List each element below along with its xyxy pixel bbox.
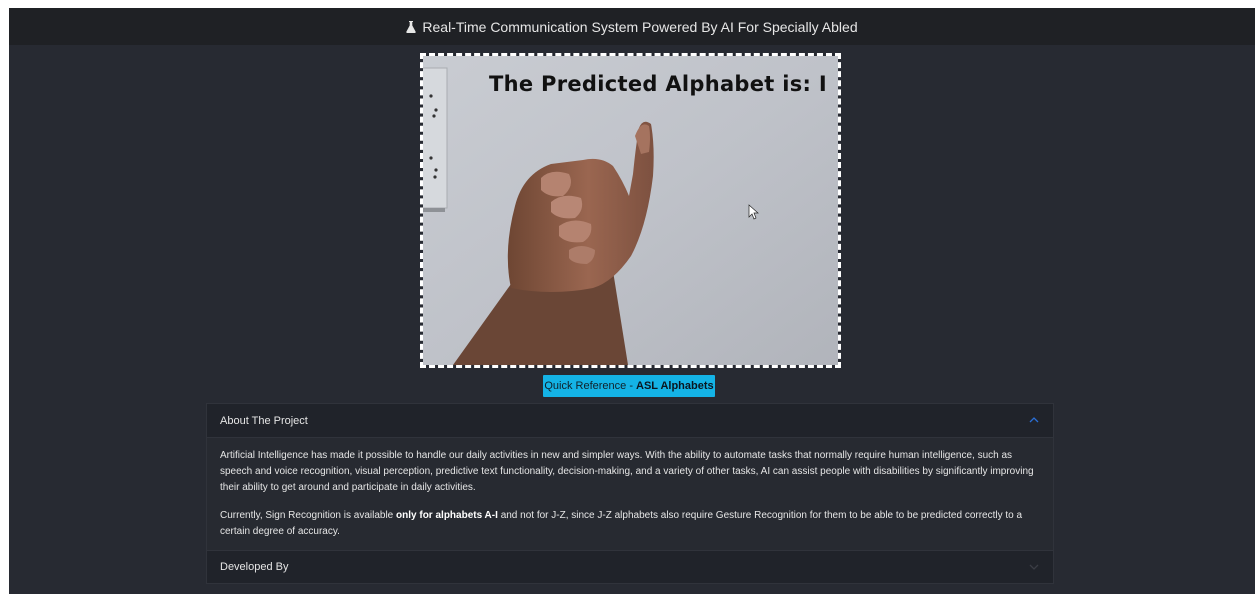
accordion-developed-title: Developed By: [220, 561, 289, 573]
accordion-about-title: About The Project: [220, 414, 308, 427]
video-feed: The Predicted Alphabet is: I: [420, 53, 841, 368]
prediction-text: The Predicted Alphabet is: I: [489, 72, 827, 96]
quick-reference-prefix: Quick Reference -: [544, 380, 634, 392]
app-frame: Real-Time Communication System Powered B…: [9, 8, 1255, 594]
chevron-up-icon: [1029, 417, 1039, 423]
flask-icon: [406, 20, 417, 33]
about-paragraph-1: Artificial Intelligence has made it poss…: [220, 450, 1034, 493]
accordion-about-body: Artificial Intelligence has made it poss…: [207, 437, 1053, 550]
chevron-down-icon: [1029, 564, 1039, 570]
camera-image: [423, 56, 838, 365]
accordion: About The Project Artificial Intelligenc…: [206, 403, 1054, 584]
about-p2-bold: only for alphabets A-I: [396, 510, 498, 521]
about-p2-before: Currently, Sign Recognition is available: [220, 510, 394, 521]
quick-reference-button[interactable]: Quick Reference - ASL Alphabets: [543, 375, 715, 397]
accordion-developed-header[interactable]: Developed By: [207, 550, 1053, 583]
quick-reference-bold: ASL Alphabets: [636, 380, 714, 392]
accordion-about-header[interactable]: About The Project: [207, 404, 1053, 437]
about-paragraph-2: Currently, Sign Recognition is available…: [220, 508, 1040, 540]
navbar-title: Real-Time Communication System Powered B…: [422, 18, 858, 35]
navbar: Real-Time Communication System Powered B…: [9, 8, 1255, 45]
